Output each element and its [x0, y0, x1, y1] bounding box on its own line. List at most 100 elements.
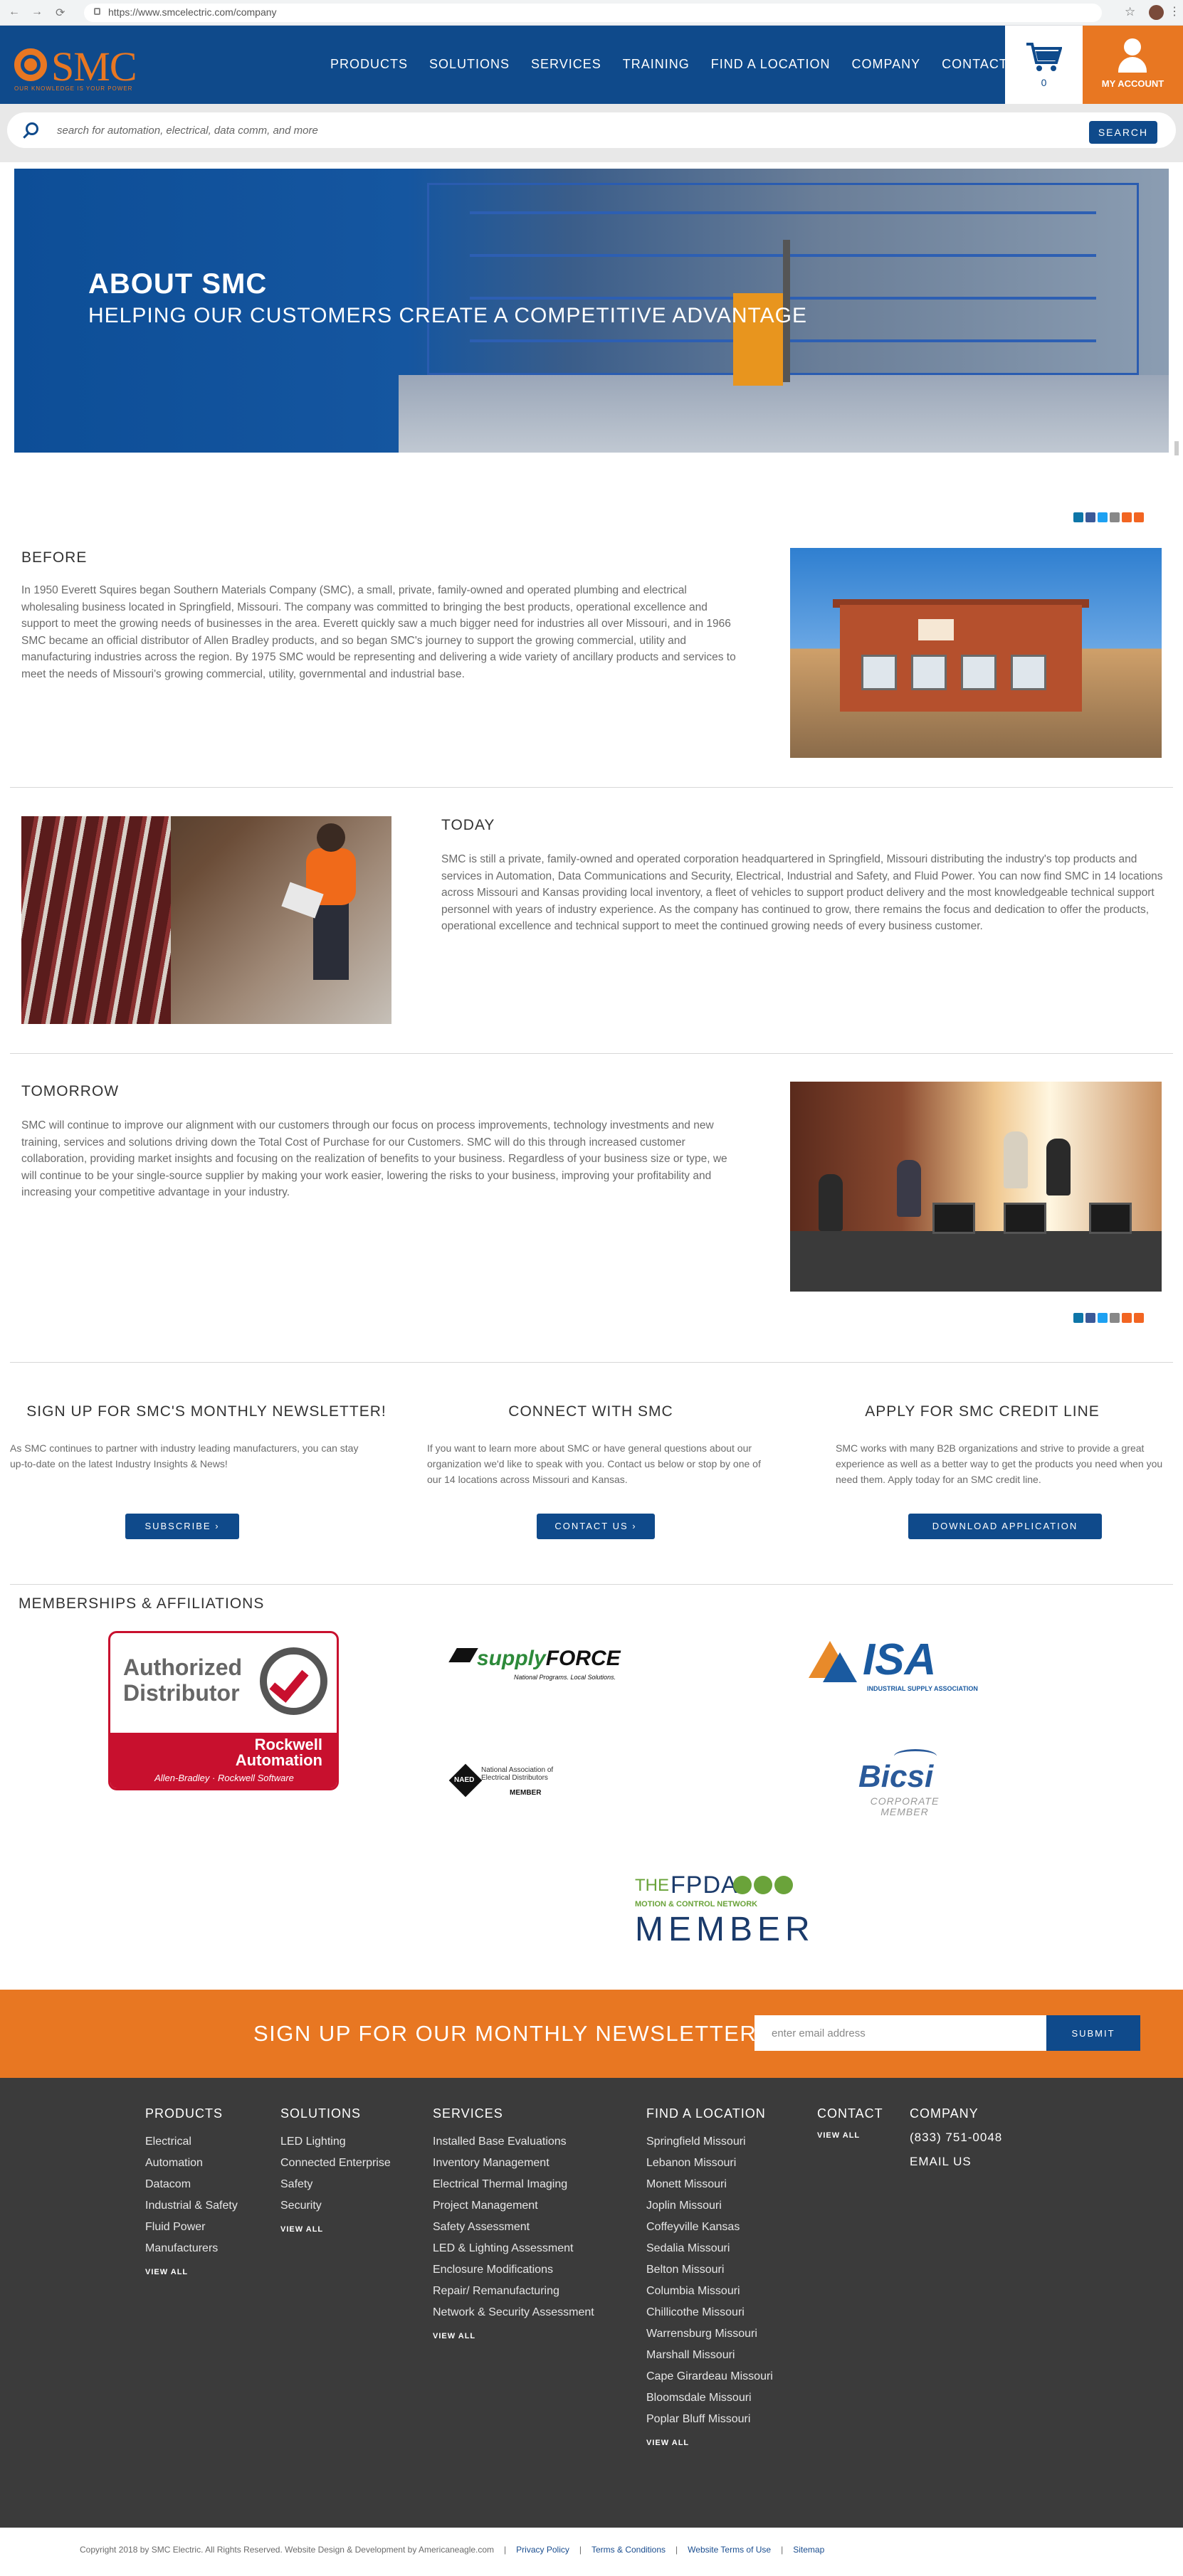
cart-button[interactable]: 0 — [1005, 26, 1083, 104]
footer-solutions-view-all[interactable]: VIEW ALL — [280, 2225, 391, 2234]
section-divider — [10, 1053, 1173, 1054]
footer-locations-view-all[interactable]: VIEW ALL — [646, 2439, 773, 2447]
footer-link[interactable]: LED & Lighting Assessment — [433, 2238, 594, 2259]
footer-link[interactable]: Inventory Management — [433, 2153, 594, 2174]
footer-link[interactable]: Datacom — [145, 2174, 238, 2195]
email-icon[interactable] — [1110, 1313, 1120, 1323]
search-input[interactable] — [57, 120, 1053, 141]
footer-link[interactable]: Coffeyville Kansas — [646, 2217, 773, 2238]
rss-icon[interactable] — [1122, 1313, 1132, 1323]
linkedin-icon[interactable] — [1073, 1313, 1083, 1323]
footer-link[interactable]: Bloomsdale Missouri — [646, 2387, 773, 2409]
footer-services-view-all[interactable]: VIEW ALL — [433, 2332, 594, 2340]
contact-us-button[interactable]: CONTACT US › — [537, 1514, 655, 1539]
footer-link[interactable]: Security — [280, 2195, 391, 2217]
ra-line2: Distributor — [123, 1680, 240, 1706]
bicsi-logo[interactable]: Bicsi CORPORATE MEMBER — [851, 1748, 958, 1817]
footer-link[interactable]: Installed Base Evaluations — [433, 2131, 594, 2153]
footer-link[interactable]: Cape Girardeau Missouri — [646, 2366, 773, 2387]
footer-link[interactable]: LED Lighting — [280, 2131, 391, 2153]
profile-avatar[interactable] — [1149, 5, 1164, 20]
footer-link[interactable]: Belton Missouri — [646, 2259, 773, 2281]
nav-contact[interactable]: CONTACT — [942, 57, 1008, 72]
credit-column-text: SMC works with many B2B organizations an… — [836, 1442, 1163, 1485]
rockwell-authorized-distributor-logo[interactable]: Authorized Distributor Rockwell Automati… — [108, 1631, 339, 1790]
nav-solutions[interactable]: SOLUTIONS — [429, 57, 510, 72]
footer-link[interactable]: Springfield Missouri — [646, 2131, 773, 2153]
supplyforce-logo[interactable]: supplyFORCE National Programs. Local Sol… — [448, 1642, 621, 1685]
address-bar[interactable]: https://www.smcelectric.com/company — [84, 4, 1102, 22]
ra-authorized-text: Authorized Distributor — [123, 1654, 242, 1706]
download-application-button[interactable]: DOWNLOAD APPLICATION — [908, 1514, 1102, 1539]
footer-link[interactable]: Monett Missouri — [646, 2174, 773, 2195]
back-icon[interactable]: ← — [9, 6, 20, 19]
footer-link[interactable]: Poplar Bluff Missouri — [646, 2409, 773, 2430]
footer-link[interactable]: Joplin Missouri — [646, 2195, 773, 2217]
fpda-logo[interactable]: THE FPDA MOTION & CONTROL NETWORK MEMBER — [633, 1872, 826, 1950]
footer-link[interactable]: Safety Assessment — [433, 2217, 594, 2238]
footer-contact-view-all[interactable]: VIEW ALL — [817, 2131, 883, 2140]
menu-icon[interactable]: ⋮ — [1169, 4, 1180, 19]
footer-link[interactable]: Manufacturers — [145, 2238, 238, 2259]
forward-icon[interactable]: → — [31, 6, 43, 19]
isa-logo[interactable]: ISA INDUSTRIAL SUPPLY ASSOCIATION — [809, 1637, 979, 1696]
footer-link[interactable]: Columbia Missouri — [646, 2281, 773, 2302]
connect-column-text: If you want to learn more about SMC or h… — [427, 1442, 761, 1485]
footer-link[interactable]: Safety — [280, 2174, 391, 2195]
footer-solutions-title[interactable]: SOLUTIONS — [280, 2106, 391, 2121]
my-account-button[interactable]: MY ACCOUNT — [1083, 26, 1183, 104]
reload-icon[interactable]: ⟳ — [56, 6, 65, 20]
footer-link[interactable]: Warrensburg Missouri — [646, 2323, 773, 2345]
email-icon[interactable] — [1110, 512, 1120, 522]
subscribe-button[interactable]: SUBSCRIBE › — [125, 1514, 239, 1539]
naed-logo[interactable]: NAED National Association of Electrical … — [448, 1763, 619, 1799]
nav-services[interactable]: SERVICES — [531, 57, 601, 72]
terms-link[interactable]: Terms & Conditions — [592, 2545, 666, 2555]
nav-products[interactable]: PRODUCTS — [330, 57, 408, 72]
footer-link[interactable]: Repair/ Remanufacturing — [433, 2281, 594, 2302]
twitter-icon[interactable] — [1098, 1313, 1108, 1323]
footer-link[interactable]: Connected Enterprise — [280, 2153, 391, 2174]
footer-company-title[interactable]: COMPANY — [910, 2106, 1002, 2121]
facebook-icon[interactable] — [1085, 512, 1095, 522]
footer-link[interactable]: Electrical — [145, 2131, 238, 2153]
sitemap-link[interactable]: Sitemap — [793, 2545, 824, 2555]
rss-icon[interactable] — [1122, 512, 1132, 522]
email-input[interactable] — [755, 2015, 1046, 2051]
footer-phone[interactable]: (833) 751-0048 — [910, 2126, 1002, 2150]
footer-link[interactable]: Electrical Thermal Imaging — [433, 2174, 594, 2195]
linkedin-icon[interactable] — [1073, 512, 1083, 522]
footer-link[interactable]: Marshall Missouri — [646, 2345, 773, 2366]
search-button[interactable]: SEARCH — [1089, 121, 1157, 144]
footer-link[interactable]: Project Management — [433, 2195, 594, 2217]
footer-link[interactable]: Network & Security Assessment — [433, 2302, 594, 2323]
search-icon[interactable] — [26, 122, 38, 135]
twitter-icon[interactable] — [1098, 512, 1108, 522]
footer-contact-title[interactable]: CONTACT — [817, 2106, 883, 2121]
footer-link[interactable]: Industrial & Safety — [145, 2195, 238, 2217]
bookmark-star-icon[interactable]: ☆ — [1125, 5, 1135, 19]
footer-link[interactable]: Enclosure Modifications — [433, 2259, 594, 2281]
facebook-icon[interactable] — [1085, 1313, 1095, 1323]
nav-company[interactable]: COMPANY — [851, 57, 920, 72]
privacy-policy-link[interactable]: Privacy Policy — [516, 2545, 569, 2555]
footer-products-title[interactable]: PRODUCTS — [145, 2106, 238, 2121]
footer-email-us[interactable]: EMAIL US — [910, 2150, 1002, 2174]
plus-icon[interactable] — [1134, 1313, 1144, 1323]
supplyforce-tagline: National Programs. Local Solutions. — [514, 1674, 616, 1681]
footer-link[interactable]: Sedalia Missouri — [646, 2238, 773, 2259]
plus-icon[interactable] — [1134, 512, 1144, 522]
website-terms-link[interactable]: Website Terms of Use — [688, 2545, 771, 2555]
footer-products-view-all[interactable]: VIEW ALL — [145, 2268, 238, 2276]
nav-training[interactable]: TRAINING — [623, 57, 690, 72]
footer-link[interactable]: Automation — [145, 2153, 238, 2174]
submit-button[interactable]: SUBMIT — [1046, 2015, 1140, 2051]
smc-logo[interactable]: SMC OUR KNOWLEDGE IS YOUR POWER — [10, 41, 174, 92]
footer-link[interactable]: Lebanon Missouri — [646, 2153, 773, 2174]
footer-link[interactable]: Fluid Power — [145, 2217, 238, 2238]
footer-link[interactable]: Chillicothe Missouri — [646, 2302, 773, 2323]
nav-find-location[interactable]: FIND A LOCATION — [711, 57, 831, 72]
footer-services-title[interactable]: SERVICES — [433, 2106, 594, 2121]
footer-locations-title[interactable]: FIND A LOCATION — [646, 2106, 773, 2121]
site-footer: PRODUCTS Electrical Automation Datacom I… — [0, 2078, 1183, 2528]
